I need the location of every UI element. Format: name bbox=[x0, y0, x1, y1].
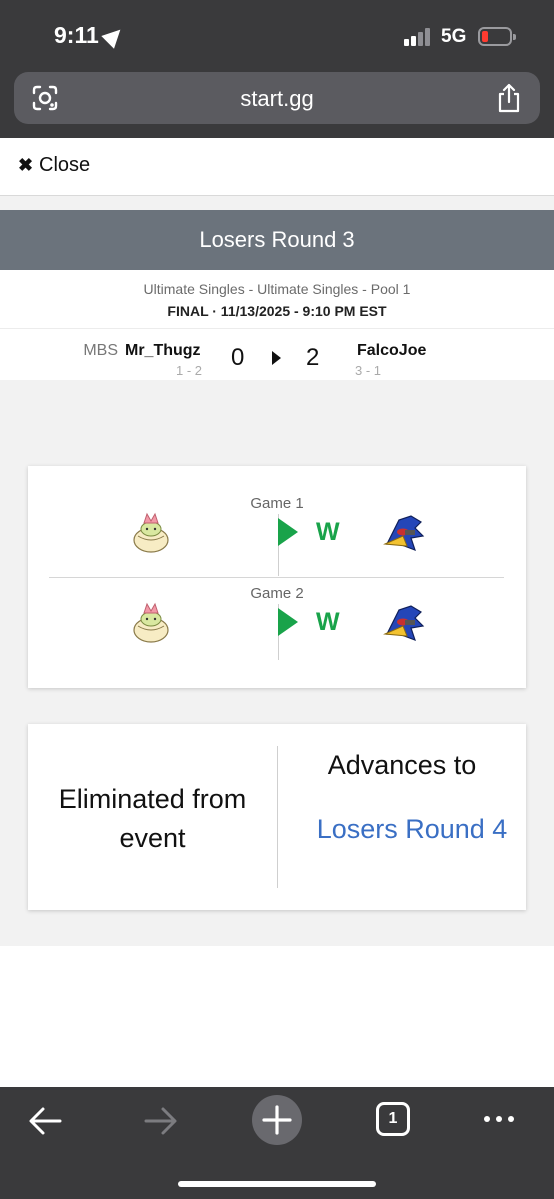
advances-title: Advances to bbox=[327, 750, 477, 780]
player2-record: 3 - 1 bbox=[355, 363, 382, 378]
round-title: Losers Round 3 bbox=[0, 210, 554, 270]
close-row[interactable]: ✖ Close bbox=[0, 138, 554, 196]
back-arrow-icon[interactable] bbox=[26, 1102, 64, 1140]
player1-name[interactable]: Mr_Thugz bbox=[125, 342, 201, 360]
more-icon[interactable] bbox=[482, 1102, 516, 1136]
share-icon[interactable] bbox=[496, 83, 522, 113]
outcome-card: Eliminated from event Advances to Losers… bbox=[28, 724, 526, 910]
cellular-signal-icon bbox=[404, 28, 434, 46]
battery-level bbox=[482, 31, 488, 42]
close-icon[interactable]: ✖ bbox=[18, 155, 33, 176]
status-time: 9:11 bbox=[54, 22, 127, 49]
match-meta: Ultimate Singles - Ultimate Singles - Po… bbox=[0, 270, 554, 328]
browser-top-chrome: 9:11 5G start.gg bbox=[0, 0, 554, 138]
status-time-text: 9:11 bbox=[54, 22, 99, 48]
browser-toolbar: 1 bbox=[0, 1087, 554, 1199]
player1-score: 0 bbox=[231, 344, 245, 371]
player2-name[interactable]: FalcoJoe bbox=[357, 342, 426, 360]
win-flag-icon bbox=[278, 518, 298, 546]
game-result: W bbox=[316, 518, 340, 546]
player1-prefix: MBS bbox=[83, 342, 118, 359]
home-indicator[interactable] bbox=[178, 1181, 376, 1187]
plus-icon[interactable] bbox=[252, 1095, 302, 1145]
network-type: 5G bbox=[441, 26, 467, 47]
win-flag-icon bbox=[278, 608, 298, 636]
location-arrow-icon bbox=[101, 23, 127, 49]
forward-arrow-icon[interactable] bbox=[142, 1102, 180, 1140]
winner-arrow-icon bbox=[272, 351, 281, 365]
next-round-link[interactable]: Losers Round 4 bbox=[298, 810, 526, 849]
event-name: Ultimate Singles - Ultimate Singles - Po… bbox=[143, 281, 411, 297]
player1-record: 1 - 2 bbox=[176, 363, 203, 378]
battery-icon bbox=[478, 27, 516, 46]
bowser-jr-icon bbox=[133, 602, 169, 643]
match-status: FINAL · 11/13/2025 - 9:10 PM EST bbox=[167, 303, 387, 319]
game-separator bbox=[49, 577, 504, 578]
game-result: W bbox=[316, 608, 340, 636]
falco-icon bbox=[383, 515, 425, 552]
bowser-jr-icon bbox=[133, 512, 169, 553]
eliminated-text: Eliminated from event bbox=[58, 784, 247, 853]
games-card: Game 1 W Game 2 W bbox=[28, 466, 526, 688]
page-gap bbox=[0, 196, 554, 210]
falco-icon bbox=[383, 605, 425, 642]
url-text[interactable]: start.gg bbox=[14, 86, 540, 112]
score-row: MBS Mr_Thugz 1 - 2 0 2 FalcoJoe 3 - 1 bbox=[0, 328, 554, 380]
new-tab-button[interactable] bbox=[252, 1095, 302, 1145]
player2-score: 2 bbox=[306, 344, 320, 371]
game-label: Game 2 bbox=[250, 585, 304, 602]
close-button[interactable]: Close bbox=[39, 154, 90, 177]
address-bar[interactable]: start.gg bbox=[14, 72, 540, 124]
tabs-icon[interactable]: 1 bbox=[376, 1102, 410, 1136]
game-label: Game 1 bbox=[250, 495, 304, 512]
